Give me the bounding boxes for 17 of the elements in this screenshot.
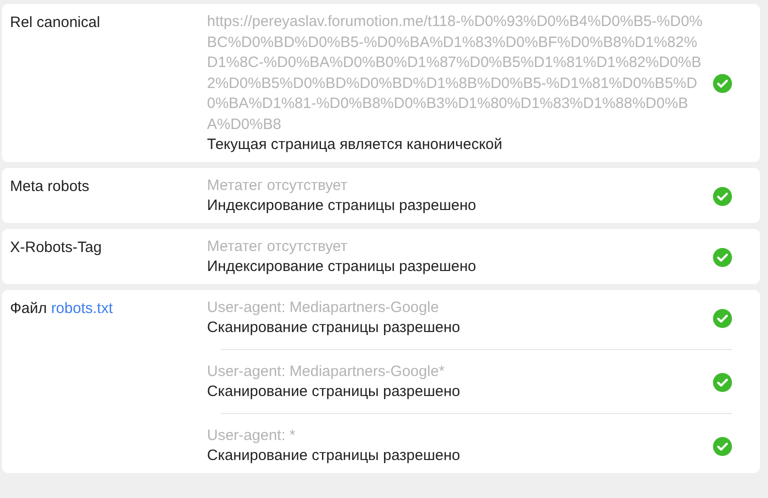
- robots-link[interactable]: robots.txt: [51, 300, 113, 316]
- check-note: https://pereyaslav.forumotion.me/t118-%D0%93%D0%B4%D0%B5-%D0%BC%D0%BD%D0%B5-%D0%BA%D1%83%D0%BF%D0%B8%D1%82%D1%8C-%D0%BA%D0%B0%D1%87%D0%B5%D1%81%D1%82%D0%B2%D0%B5%D0%BD%D0%BD%D1%8B%D0%B5-%D1%81%D0%B5%D0%BA%D1%81-%D0%B8%D0%B3%D1%80%D1%83%D1%88%D0%BA%D0%B8: [207, 12, 703, 134]
- check-label: X-Robots-Tag: [10, 238, 103, 258]
- check-status: Сканирование страницы разрешено: [207, 382, 462, 402]
- check-status: Текущая страница является канонической: [207, 135, 504, 155]
- check-status: Сканирование страницы разрешено: [207, 446, 462, 466]
- check-label: Meta robots: [10, 176, 90, 196]
- check-note: User-agent: Mediapartners-Google: [207, 298, 440, 318]
- check-status: Индексирование страницы разрешено: [207, 257, 478, 277]
- check-note: Метатег отсутствует: [207, 176, 348, 196]
- check-label: Rel canonical: [10, 13, 102, 33]
- check-label: Файл robots.txt: [10, 298, 114, 318]
- check-status: Сканирование страницы разрешено: [207, 318, 462, 338]
- check-note: Метатег отсутствует: [207, 236, 348, 256]
- check-note: User-agent: Mediapartners-Google*: [207, 362, 446, 382]
- check-note: User-agent: *: [207, 426, 296, 446]
- check-status: Индексирование страницы разрешено: [207, 196, 478, 216]
